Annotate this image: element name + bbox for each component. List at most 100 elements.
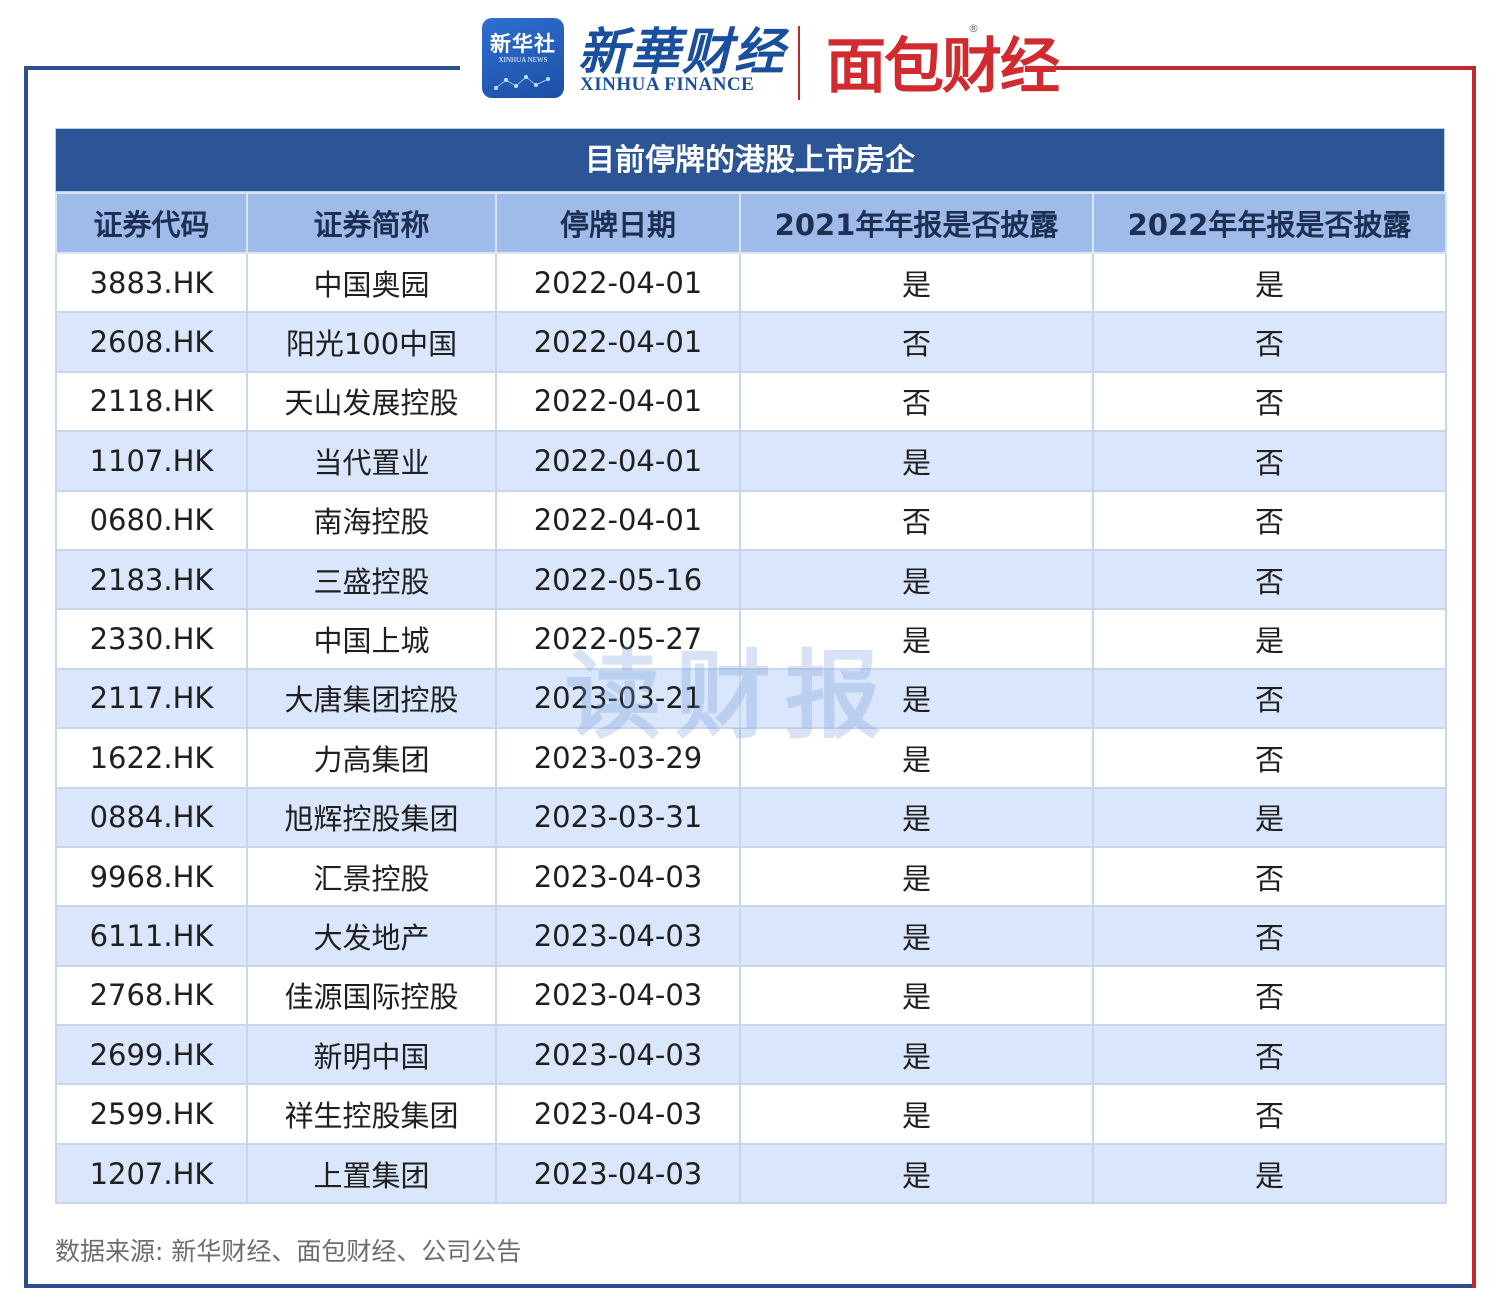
column-header-code: 证券代码 xyxy=(55,192,248,254)
cell-date: 2022-04-01 xyxy=(495,311,741,373)
cell-2022-report: 是 xyxy=(1092,1142,1447,1205)
frame-left-line xyxy=(24,66,28,1288)
badge-main-text: 新华社 xyxy=(490,32,556,56)
cell-date: 2023-04-03 xyxy=(495,845,741,908)
cell-2021-report: 是 xyxy=(739,727,1094,789)
cell-date: 2022-05-27 xyxy=(495,608,741,670)
cell-2021-report: 是 xyxy=(739,964,1094,1027)
cell-name: 中国上城 xyxy=(246,608,497,670)
cell-2022-report: 否 xyxy=(1092,727,1447,789)
table-row: 2330.HK 中国上城 2022-05-27 是是 xyxy=(55,608,1447,670)
cell-2022-report: 是 xyxy=(1092,786,1447,848)
table-row: 0680.HK 南海控股 2022-04-01 否否 xyxy=(55,489,1447,551)
cell-2022-report: 是 xyxy=(1092,608,1447,670)
frame-bottom-line xyxy=(24,1284,1476,1288)
cell-name: 旭辉控股集团 xyxy=(246,786,497,848)
table-row: 0884.HK 旭辉控股集团 2023-03-31 是是 xyxy=(55,786,1447,848)
xinhua-finance-logo-en: XINHUA FINANCE xyxy=(580,74,755,95)
cell-name: 上置集团 xyxy=(246,1142,497,1205)
cell-2021-report: 是 xyxy=(739,1083,1094,1145)
data-table: 证券代码 证券简称 停牌日期 2021年年报是否披露 2022年年报是否披露 3… xyxy=(55,192,1447,1205)
mianbao-finance-logo: 面包财经 xyxy=(826,32,1060,102)
cell-name: 大唐集团控股 xyxy=(246,667,497,730)
cell-code: 9968.HK xyxy=(55,845,248,908)
cell-name: 佳源国际控股 xyxy=(246,964,497,1027)
cell-2021-report: 是 xyxy=(739,548,1094,611)
table-row: 2768.HK 佳源国际控股 2023-04-03 是否 xyxy=(55,964,1447,1027)
cell-2021-report: 是 xyxy=(739,251,1094,314)
cell-2021-report: 是 xyxy=(739,430,1094,492)
frame-top-left-line xyxy=(24,66,460,70)
cell-name: 阳光100中国 xyxy=(246,311,497,373)
cell-name: 三盛控股 xyxy=(246,548,497,611)
table-row: 2699.HK 新明中国 2023-04-03 是否 xyxy=(55,1024,1447,1086)
cell-code: 6111.HK xyxy=(55,905,248,967)
table-row: 9968.HK 汇景控股 2023-04-03 是否 xyxy=(55,845,1447,908)
cell-date: 2023-04-03 xyxy=(495,905,741,967)
table-row: 2117.HK 大唐集团控股 2023-03-21 是否 xyxy=(55,667,1447,730)
cell-2021-report: 是 xyxy=(739,1024,1094,1086)
table-row: 1207.HK 上置集团 2023-04-03 是是 xyxy=(55,1142,1447,1205)
cell-2021-report: 是 xyxy=(739,905,1094,967)
cell-name: 大发地产 xyxy=(246,905,497,967)
cell-name: 新明中国 xyxy=(246,1024,497,1086)
table-row: 2599.HK 祥生控股集团 2023-04-03 是否 xyxy=(55,1083,1447,1145)
network-dots-icon xyxy=(494,75,551,90)
cell-code: 0884.HK xyxy=(55,786,248,848)
cell-code: 2599.HK xyxy=(55,1083,248,1145)
cell-2022-report: 否 xyxy=(1092,370,1447,433)
cell-2022-report: 否 xyxy=(1092,1024,1447,1086)
cell-date: 2022-04-01 xyxy=(495,489,741,551)
cell-2021-report: 否 xyxy=(739,370,1094,433)
column-header-2022-report: 2022年年报是否披露 xyxy=(1092,192,1447,254)
column-header-name: 证券简称 xyxy=(246,192,497,254)
xinhua-news-logo: 新华社 XINHUA NEWS xyxy=(482,18,564,98)
cell-2022-report: 否 xyxy=(1092,667,1447,730)
cell-2022-report: 否 xyxy=(1092,964,1447,1027)
table-title: 目前停牌的港股上市房企 xyxy=(55,128,1445,192)
cell-2021-report: 否 xyxy=(739,489,1094,551)
cell-2022-report: 否 xyxy=(1092,1083,1447,1145)
cell-2021-report: 是 xyxy=(739,845,1094,908)
table-row: 2608.HK 阳光100中国 2022-04-01 否否 xyxy=(55,311,1447,373)
table-row: 1622.HK 力高集团 2023-03-29 是否 xyxy=(55,727,1447,789)
cell-2021-report: 否 xyxy=(739,311,1094,373)
cell-2022-report: 否 xyxy=(1092,905,1447,967)
cell-code: 2183.HK xyxy=(55,548,248,611)
cell-code: 2768.HK xyxy=(55,964,248,1027)
frame-top-right-line xyxy=(1042,66,1476,70)
cell-code: 2699.HK xyxy=(55,1024,248,1086)
table-row: 2183.HK 三盛控股 2022-05-16 是否 xyxy=(55,548,1447,611)
column-header-date: 停牌日期 xyxy=(495,192,741,254)
cell-2021-report: 是 xyxy=(739,786,1094,848)
cell-name: 天山发展控股 xyxy=(246,370,497,433)
cell-code: 2118.HK xyxy=(55,370,248,433)
cell-2022-report: 否 xyxy=(1092,845,1447,908)
cell-name: 中国奥园 xyxy=(246,251,497,314)
table-row: 3883.HK 中国奥园 2022-04-01 是是 xyxy=(55,251,1447,314)
cell-code: 2330.HK xyxy=(55,608,248,670)
cell-2021-report: 是 xyxy=(739,667,1094,730)
cell-name: 汇景控股 xyxy=(246,845,497,908)
cell-date: 2023-03-21 xyxy=(495,667,741,730)
header-row: 证券代码 证券简称 停牌日期 2021年年报是否披露 2022年年报是否披露 xyxy=(55,192,1447,254)
cell-code: 2117.HK xyxy=(55,667,248,730)
table-row: 1107.HK 当代置业 2022-04-01 是否 xyxy=(55,430,1447,492)
cell-name: 当代置业 xyxy=(246,430,497,492)
table-row: 2118.HK 天山发展控股 2022-04-01 否否 xyxy=(55,370,1447,433)
cell-name: 南海控股 xyxy=(246,489,497,551)
cell-date: 2023-04-03 xyxy=(495,1142,741,1205)
data-source-note: 数据来源: 新华财经、面包财经、公司公告 xyxy=(55,1237,522,1266)
cell-code: 1207.HK xyxy=(55,1142,248,1205)
cell-2022-report: 是 xyxy=(1092,251,1447,314)
cell-code: 2608.HK xyxy=(55,311,248,373)
column-header-2021-report: 2021年年报是否披露 xyxy=(739,192,1094,254)
cell-code: 0680.HK xyxy=(55,489,248,551)
registered-mark: ® xyxy=(968,22,979,35)
cell-date: 2023-04-03 xyxy=(495,1024,741,1086)
cell-date: 2022-04-01 xyxy=(495,430,741,492)
cell-code: 3883.HK xyxy=(55,251,248,314)
cell-2022-report: 否 xyxy=(1092,489,1447,551)
frame-right-line xyxy=(1472,66,1476,1288)
cell-date: 2023-04-03 xyxy=(495,964,741,1027)
